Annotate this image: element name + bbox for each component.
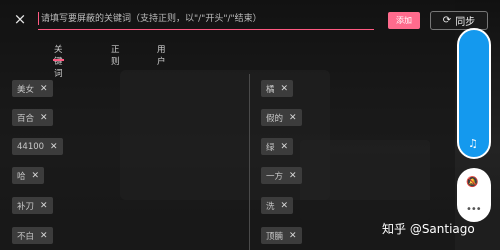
keyword-input-wrapper	[38, 9, 374, 30]
keyword-chip: 一方 ✕	[261, 167, 302, 184]
keyword-chip: 美女 ✕	[12, 80, 53, 97]
more-options-icon[interactable]: •••	[466, 204, 482, 215]
keyword-chip: 哈 ✕	[12, 167, 45, 184]
remove-icon[interactable]: ✕	[40, 201, 48, 211]
keyword-chip: 不白 ✕	[12, 227, 53, 244]
remove-icon[interactable]: ✕	[289, 171, 297, 181]
remove-icon[interactable]: ✕	[289, 231, 297, 241]
keyword-chip: 洗 ✕	[261, 197, 294, 214]
tab-keywords[interactable]: 关键词	[52, 43, 65, 79]
remove-icon[interactable]: ✕	[289, 113, 297, 123]
column-divider	[249, 74, 250, 250]
keyword-chip: 44100 ✕	[12, 138, 63, 155]
remove-icon[interactable]: ✕	[40, 231, 48, 241]
remove-icon[interactable]: ✕	[281, 201, 289, 211]
keyword-chip-label: 44100	[17, 141, 45, 152]
remove-icon[interactable]: ✕	[40, 113, 48, 123]
tab-users[interactable]: 用户	[155, 43, 168, 67]
add-button[interactable]: 添加	[388, 12, 420, 29]
sync-icon: ⟳	[442, 15, 452, 26]
keyword-input[interactable]	[41, 9, 371, 28]
music-note-icon: ♫	[468, 137, 478, 150]
keyword-chip: 顶腩 ✕	[261, 227, 302, 244]
sync-button[interactable]: ⟳ 同步	[430, 11, 488, 30]
tab-regex[interactable]: 正则	[109, 43, 122, 67]
keyword-chip-label: 补刀	[17, 201, 35, 212]
keyword-chip: 绿 ✕	[261, 138, 294, 155]
keyword-chip-label: 美女	[17, 84, 35, 95]
remove-icon[interactable]: ✕	[40, 84, 48, 94]
text-caret	[38, 12, 39, 25]
keyword-chip-label: 顶腩	[266, 231, 284, 242]
keyword-chip: 补刀 ✕	[12, 197, 53, 214]
keyword-chip-label: 绿	[266, 142, 275, 153]
keyword-chip: 假的 ✕	[261, 109, 302, 126]
keyword-chip: 百合 ✕	[12, 109, 53, 126]
keyword-chip-label: 橘	[266, 84, 275, 95]
remove-icon[interactable]: ✕	[281, 84, 289, 94]
close-icon[interactable]: ×	[10, 9, 30, 29]
sync-label: 同步	[455, 17, 476, 28]
watermark: 知乎 @Santiago	[382, 222, 475, 236]
keyword-chip-label: 洗	[266, 201, 275, 212]
keyword-chip-label: 不白	[17, 231, 35, 242]
keyword-chip-label: 一方	[266, 171, 284, 182]
keyword-chip-label: 哈	[17, 171, 26, 182]
remove-icon[interactable]: ✕	[281, 142, 289, 152]
keyword-chip-label: 假的	[266, 113, 284, 124]
keyword-chip-label: 百合	[17, 113, 35, 124]
blocklist-panel: × 添加 ⟳ 同步 关键词 正则 用户 美女 ✕ 百合 ✕ 44100 ✕ 哈 …	[0, 0, 488, 250]
remove-icon[interactable]: ✕	[32, 171, 40, 181]
remove-icon[interactable]: ✕	[50, 142, 58, 152]
keyword-chip: 橘 ✕	[261, 80, 294, 97]
mute-bell-icon[interactable]: 🔕	[466, 177, 478, 188]
